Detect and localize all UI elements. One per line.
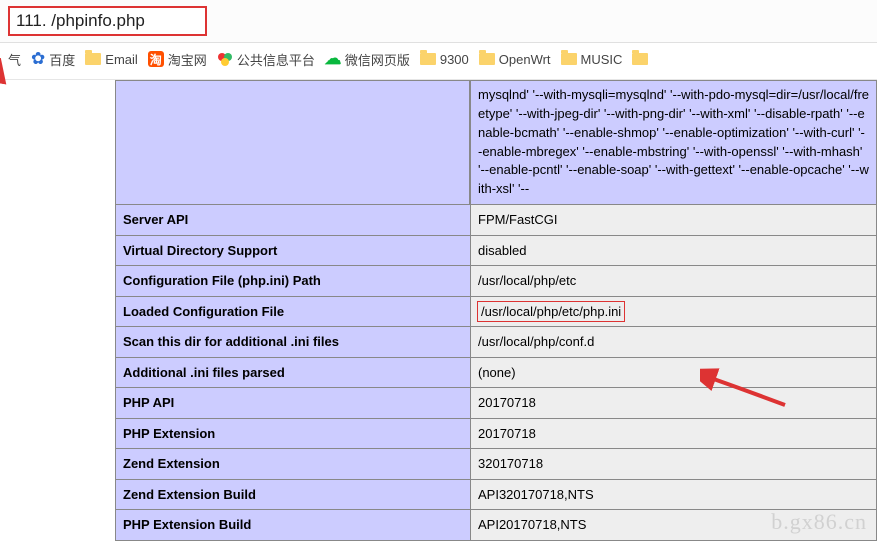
table-row: Zend Extension BuildAPI320170718,NTS	[116, 479, 877, 510]
value-cell: /usr/local/php/etc/php.ini	[471, 296, 877, 327]
phpinfo-content: mysqlnd' '--with-mysqli=mysqlnd' '--with…	[0, 80, 877, 541]
bookmark-pubinfo[interactable]: 公共信息平台	[217, 50, 315, 69]
key-cell: Scan this dir for additional .ini files	[116, 327, 471, 358]
table-row: Scan this dir for additional .ini files/…	[116, 327, 877, 358]
folder-icon	[479, 53, 495, 65]
bookmark-baidu[interactable]: ✿百度	[31, 49, 75, 69]
url-input[interactable]: 111. /phpinfo.php	[8, 6, 207, 36]
table-row: Configuration File (php.ini) Path/usr/lo…	[116, 266, 877, 297]
qq-icon	[217, 51, 233, 67]
bookmarks-bar: 气 ✿百度 Email 淘淘宝网 公共信息平台 ☁微信网页版 9300 Open…	[0, 43, 877, 80]
key-cell: Additional .ini files parsed	[116, 357, 471, 388]
key-cell: Zend Extension Build	[116, 479, 471, 510]
configure-command-key-cell	[115, 80, 470, 204]
key-cell: Virtual Directory Support	[116, 235, 471, 266]
key-cell: Zend Extension	[116, 449, 471, 480]
value-cell: (none)	[471, 357, 877, 388]
folder-icon	[561, 53, 577, 65]
value-cell: /usr/local/php/conf.d	[471, 327, 877, 358]
key-cell: PHP API	[116, 388, 471, 419]
taobao-icon: 淘	[148, 51, 164, 67]
folder-icon	[85, 53, 101, 65]
value-cell: API320170718,NTS	[471, 479, 877, 510]
value-cell: 320170718	[471, 449, 877, 480]
folder-icon	[420, 53, 436, 65]
highlighted-value: /usr/local/php/etc/php.ini	[478, 302, 624, 322]
bookmark-last[interactable]	[632, 53, 648, 65]
value-cell: FPM/FastCGI	[471, 205, 877, 236]
table-row: PHP Extension20170718	[116, 418, 877, 449]
table-row: Zend Extension320170718	[116, 449, 877, 480]
bookmark-taobao[interactable]: 淘淘宝网	[148, 50, 207, 69]
annotation-arrow-icon	[0, 58, 132, 208]
phpinfo-table: Server APIFPM/FastCGI Virtual Directory …	[115, 204, 877, 541]
value-cell: /usr/local/php/etc	[471, 266, 877, 297]
baidu-icon: ✿	[31, 49, 45, 69]
table-row: Additional .ini files parsed(none)	[116, 357, 877, 388]
key-cell: PHP Extension	[116, 418, 471, 449]
wechat-icon: ☁	[325, 51, 341, 67]
key-cell: Server API	[116, 205, 471, 236]
table-row: Virtual Directory Supportdisabled	[116, 235, 877, 266]
table-row: PHP API20170718	[116, 388, 877, 419]
folder-icon	[632, 53, 648, 65]
value-cell: 20170718	[471, 418, 877, 449]
bookmark-email[interactable]: Email	[85, 52, 138, 67]
value-cell: 20170718	[471, 388, 877, 419]
table-row: Server APIFPM/FastCGI	[116, 205, 877, 236]
bookmark-9300[interactable]: 9300	[420, 52, 469, 67]
value-cell: API20170718,NTS	[471, 510, 877, 541]
key-cell: PHP Extension Build	[116, 510, 471, 541]
table-row: PHP Extension BuildAPI20170718,NTS	[116, 510, 877, 541]
key-cell: Loaded Configuration File	[116, 296, 471, 327]
value-cell: disabled	[471, 235, 877, 266]
key-cell: Configuration File (php.ini) Path	[116, 266, 471, 297]
address-bar: 111. /phpinfo.php	[0, 0, 877, 43]
bookmark-wechat[interactable]: ☁微信网页版	[325, 50, 410, 69]
table-row: Loaded Configuration File/usr/local/php/…	[116, 296, 877, 327]
bookmark-music[interactable]: MUSIC	[561, 52, 623, 67]
bookmark-weather[interactable]: 气	[8, 50, 21, 69]
configure-command-value-cell: mysqlnd' '--with-mysqli=mysqlnd' '--with…	[470, 80, 877, 204]
bookmark-openwrt[interactable]: OpenWrt	[479, 52, 551, 67]
